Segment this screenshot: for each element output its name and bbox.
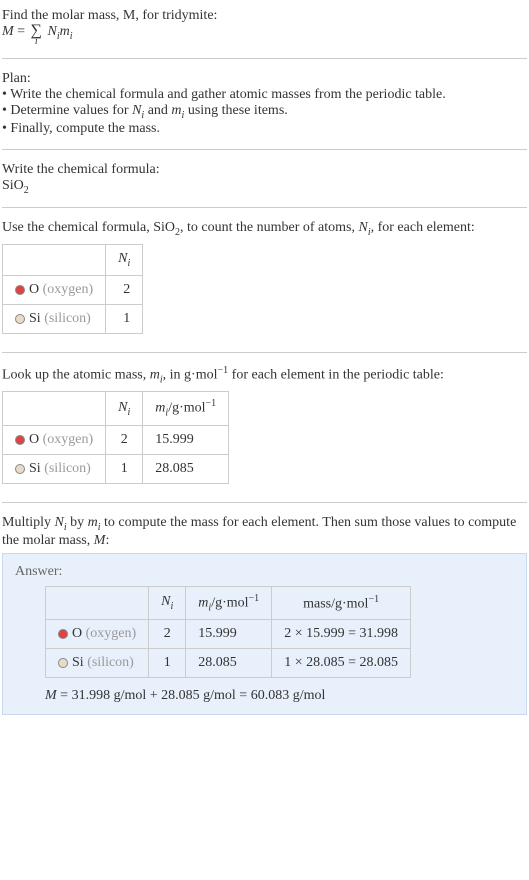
swatch-icon	[15, 464, 25, 474]
swatch-icon	[15, 314, 25, 324]
answer-box: Answer: Ni mi/g·mol−1 mass/g·mol−1 O (ox…	[2, 553, 527, 715]
intro-line1: Find the molar mass, M, for tridymite:	[2, 8, 527, 24]
divider	[2, 207, 527, 208]
table-row: Si (silicon) 1	[3, 304, 143, 333]
chem-formula: SiO2	[2, 178, 527, 196]
n-cell: 1	[106, 454, 143, 483]
divider	[2, 502, 527, 503]
n-cell: 2	[106, 425, 143, 454]
m-cell: 15.999	[143, 425, 229, 454]
element-cell: O (oxygen)	[3, 425, 106, 454]
table-header-m: mi/g·mol−1	[186, 586, 272, 619]
swatch-icon	[15, 285, 25, 295]
table-header-n: Ni	[149, 586, 186, 619]
n-cell: 2	[149, 620, 186, 649]
intro-formula: M = ∑ i Nimi	[2, 24, 527, 46]
chem-formula-section: Write the chemical formula: SiO2	[2, 158, 527, 200]
table-header-row: Ni	[3, 245, 143, 276]
mass-cell: 2 × 15.999 = 31.998	[272, 620, 411, 649]
table-header-row: Ni mi/g·mol−1	[3, 392, 229, 425]
table-header-row: Ni mi/g·mol−1 mass/g·mol−1	[46, 586, 411, 619]
element-cell: Si (silicon)	[3, 454, 106, 483]
count-section: Use the chemical formula, SiO2, to count…	[2, 216, 527, 344]
lookup-table: Ni mi/g·mol−1 O (oxygen) 2 15.999 Si (si…	[2, 391, 229, 483]
table-header-empty	[46, 586, 149, 619]
divider	[2, 352, 527, 353]
table-header-n: Ni	[106, 392, 143, 425]
table-row: O (oxygen) 2 15.999	[3, 425, 229, 454]
table-header-empty	[3, 245, 106, 276]
table-header-n: Ni	[106, 245, 143, 276]
mass-cell: 1 × 28.085 = 28.085	[272, 649, 411, 678]
count-text: Use the chemical formula, SiO2, to count…	[2, 220, 527, 238]
divider	[2, 58, 527, 59]
lookup-text: Look up the atomic mass, mi, in g·mol−1 …	[2, 365, 527, 385]
multiply-section: Multiply Ni by mi to compute the mass fo…	[2, 511, 527, 719]
intro-section: Find the molar mass, M, for tridymite: M…	[2, 4, 527, 50]
table-header-mass: mass/g·mol−1	[272, 586, 411, 619]
swatch-icon	[15, 435, 25, 445]
table-header-m: mi/g·mol−1	[143, 392, 229, 425]
multiply-text: Multiply Ni by mi to compute the mass fo…	[2, 515, 527, 549]
n-cell: 1	[106, 304, 143, 333]
element-cell: Si (silicon)	[3, 304, 106, 333]
table-row: O (oxygen) 2	[3, 275, 143, 304]
m-cell: 28.085	[186, 649, 272, 678]
element-cell: O (oxygen)	[3, 275, 106, 304]
plan-section: Plan: • Write the chemical formula and g…	[2, 67, 527, 141]
element-cell: O (oxygen)	[46, 620, 149, 649]
plan-title: Plan:	[2, 71, 527, 87]
plan-bullet-2: • Determine values for Ni and mi using t…	[2, 103, 527, 121]
lookup-section: Look up the atomic mass, mi, in g·mol−1 …	[2, 361, 527, 494]
n-cell: 1	[149, 649, 186, 678]
answer-content: Ni mi/g·mol−1 mass/g·mol−1 O (oxygen) 2 …	[15, 586, 514, 704]
plan-bullet-1: • Write the chemical formula and gather …	[2, 87, 527, 103]
m-cell: 28.085	[143, 454, 229, 483]
chem-formula-title: Write the chemical formula:	[2, 162, 527, 178]
table-row: Si (silicon) 1 28.085 1 × 28.085 = 28.08…	[46, 649, 411, 678]
count-table: Ni O (oxygen) 2 Si (silicon) 1	[2, 244, 143, 334]
answer-table: Ni mi/g·mol−1 mass/g·mol−1 O (oxygen) 2 …	[45, 586, 411, 678]
m-cell: 15.999	[186, 620, 272, 649]
table-header-empty	[3, 392, 106, 425]
swatch-icon	[58, 629, 68, 639]
n-cell: 2	[106, 275, 143, 304]
answer-label: Answer:	[15, 564, 514, 580]
divider	[2, 149, 527, 150]
swatch-icon	[58, 658, 68, 668]
molar-mass-result: M = 31.998 g/mol + 28.085 g/mol = 60.083…	[45, 688, 514, 704]
table-row: Si (silicon) 1 28.085	[3, 454, 229, 483]
element-cell: Si (silicon)	[46, 649, 149, 678]
plan-bullet-3: • Finally, compute the mass.	[2, 121, 527, 137]
table-row: O (oxygen) 2 15.999 2 × 15.999 = 31.998	[46, 620, 411, 649]
